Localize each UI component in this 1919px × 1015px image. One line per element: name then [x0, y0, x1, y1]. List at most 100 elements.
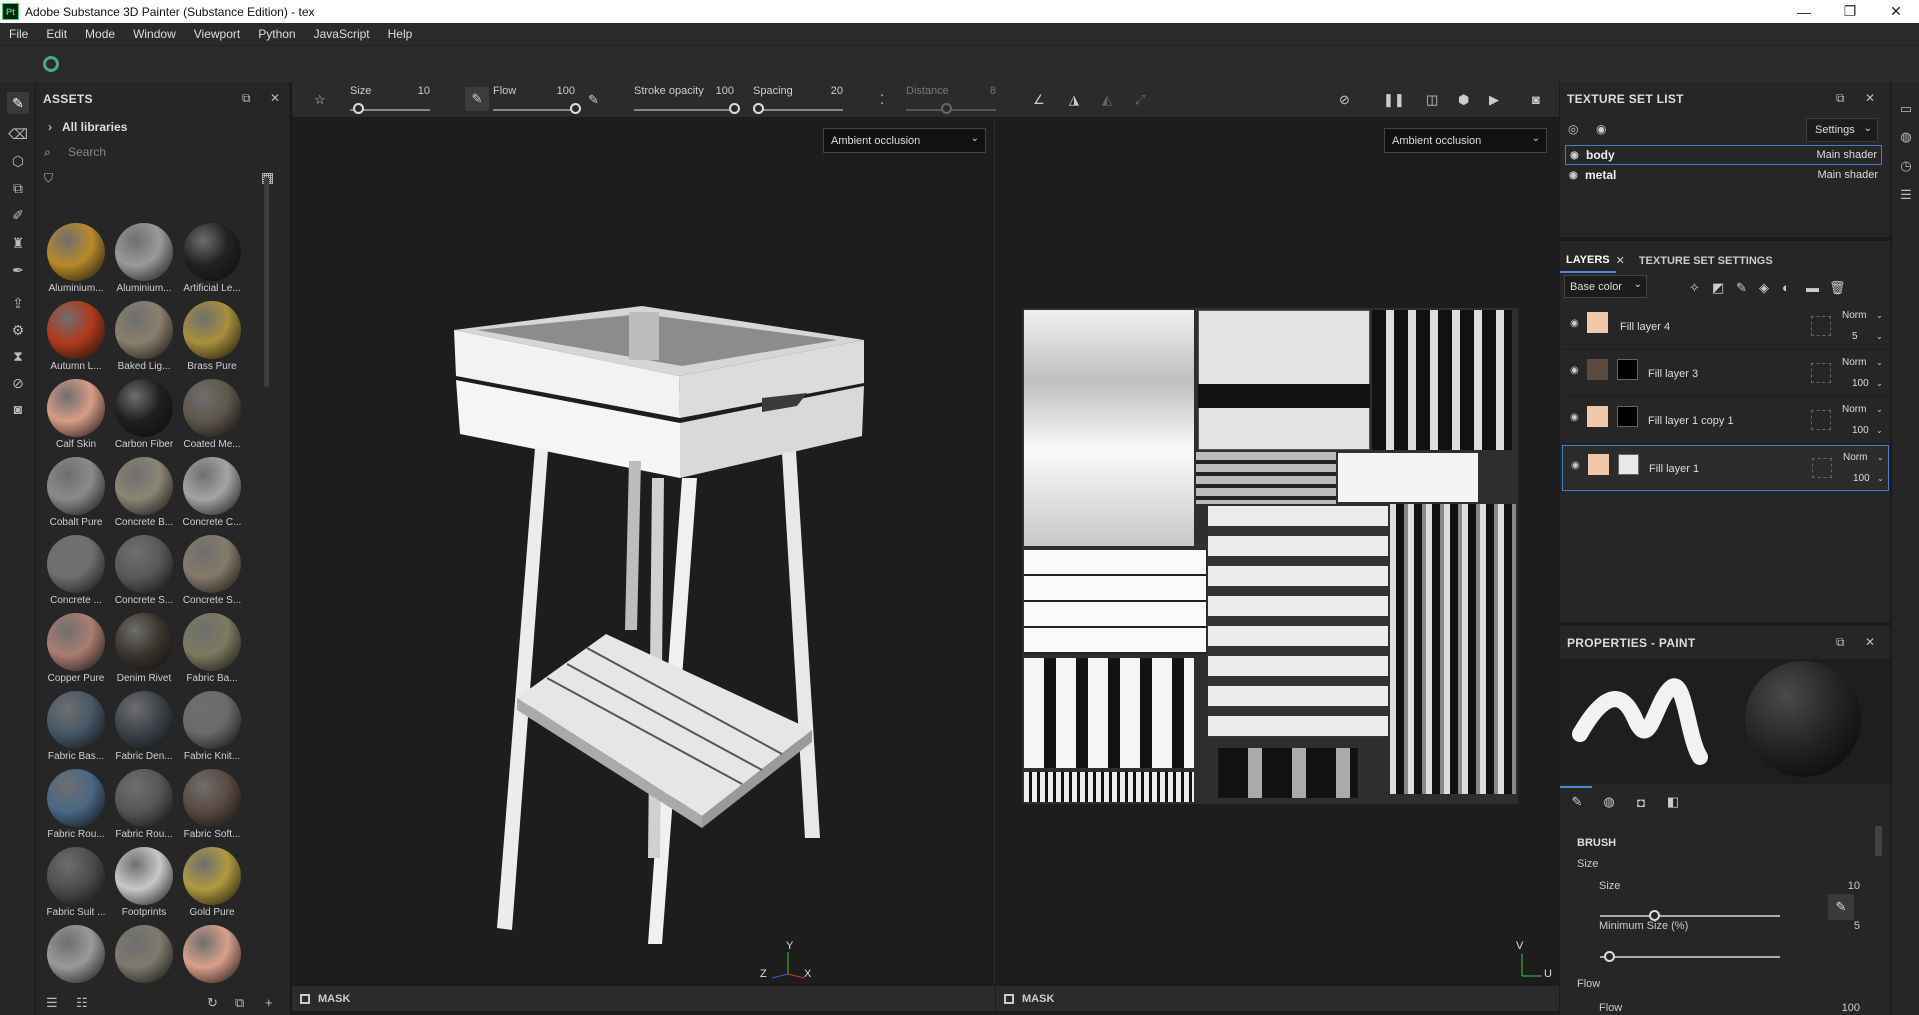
prop-flow-value[interactable]: 100	[1760, 1002, 1860, 1014]
symmetry-icon[interactable]: ◮	[1069, 92, 1079, 108]
menu-mode[interactable]: Mode	[76, 27, 124, 41]
eye-icon[interactable]: ◉	[1571, 460, 1580, 471]
eye-icon[interactable]: ◉	[1570, 150, 1586, 161]
new-window-icon[interactable]: ⧉	[235, 995, 244, 1011]
geometry-mask-icon[interactable]: ⧉	[7, 177, 29, 199]
layer-row[interactable]: ◉ Fill layer 3 Norm ⌄ 100 ⌄	[1562, 351, 1889, 397]
symmetry-mirror-icon[interactable]: ◭	[1102, 92, 1112, 108]
min-size-slider-knob[interactable]	[1604, 951, 1615, 962]
smudge-icon[interactable]: ✐	[7, 204, 29, 226]
geometry-mask-slot[interactable]	[1811, 316, 1831, 336]
fill-swatch[interactable]	[1587, 312, 1608, 333]
undock-icon[interactable]: ⧉	[1836, 635, 1845, 650]
undock-icon[interactable]: ⧉	[1836, 91, 1845, 106]
list-view-icon[interactable]: ☰	[46, 995, 58, 1011]
layer-name[interactable]: Fill layer 4	[1620, 321, 1670, 333]
pen-pressure-icon[interactable]: ✎	[465, 87, 489, 111]
asset-tile[interactable]: Coated Me...	[178, 375, 246, 453]
geometry-mask-slot[interactable]	[1811, 363, 1831, 383]
eye-icon[interactable]: ◉	[1570, 365, 1579, 376]
eye-icon[interactable]: ◉	[1596, 122, 1606, 136]
asset-tile[interactable]: Brass Pure	[178, 297, 246, 375]
asset-tile[interactable]	[42, 921, 110, 989]
asset-tile[interactable]	[110, 921, 178, 989]
asset-tile[interactable]: Fabric Rou...	[42, 765, 110, 843]
stroke-opacity-slider[interactable]	[634, 109, 734, 111]
asset-tile[interactable]: Fabric Knit...	[178, 687, 246, 765]
asset-tile[interactable]: Autumn L...	[42, 297, 110, 375]
asset-tile[interactable]: Aluminium...	[110, 219, 178, 297]
bake-icon[interactable]: ⇪	[7, 292, 29, 314]
texture-set-metal[interactable]: ◉ metal Main shader	[1565, 165, 1882, 185]
menu-edit[interactable]: Edit	[37, 27, 76, 41]
flow-slider-knob[interactable]	[570, 103, 581, 114]
eraser-icon[interactable]: ⌫	[7, 123, 29, 145]
texture-set-shader[interactable]: Main shader	[1817, 169, 1878, 181]
delete-layer-icon[interactable]: 🗑	[1829, 280, 1846, 296]
layer-row[interactable]: ◉ Fill layer 4 Norm ⌄ 5 ⌄	[1562, 304, 1889, 350]
filter-icon[interactable]: ⛉	[44, 171, 53, 186]
eye-icon[interactable]: ◉	[1570, 412, 1579, 423]
properties-scrollbar[interactable]	[1875, 826, 1882, 856]
mask-thumbnail[interactable]	[1617, 359, 1638, 380]
blend-mode[interactable]: Norm	[1842, 404, 1866, 415]
asset-tile[interactable]: Aluminium...	[42, 219, 110, 297]
asset-tile[interactable]: Denim Rivet	[110, 609, 178, 687]
asset-tile[interactable]: Concrete C...	[178, 453, 246, 531]
split-view-icon[interactable]: ◫	[1426, 92, 1438, 108]
texture-set-body[interactable]: ◉ body Main shader	[1565, 145, 1882, 165]
texture-set-icon[interactable]: ▭	[1897, 100, 1915, 118]
layer-name[interactable]: Fill layer 1	[1649, 463, 1699, 475]
camera-icon[interactable]: ◙	[7, 398, 29, 420]
menu-help[interactable]: Help	[379, 27, 422, 41]
smart-material-icon[interactable]: ◐	[1782, 280, 1790, 295]
display-settings-icon[interactable]: ◍	[1897, 128, 1915, 146]
spacing-slider[interactable]	[753, 109, 843, 111]
channel-dropdown-2d[interactable]: Ambient occlusion ⌄	[1384, 128, 1547, 153]
fill-swatch[interactable]	[1587, 406, 1608, 427]
layer-name[interactable]: Fill layer 1 copy 1	[1648, 415, 1734, 427]
mask-thumbnail[interactable]	[1617, 406, 1638, 427]
add-fill-layer-icon[interactable]: ◈	[1759, 280, 1769, 296]
assets-scrollbar[interactable]	[264, 177, 269, 387]
eye-icon[interactable]: ◉	[1570, 318, 1579, 329]
blend-mode[interactable]: Norm	[1842, 357, 1866, 368]
close-panel-icon[interactable]: ✕	[1865, 635, 1875, 649]
geometry-mask-slot[interactable]	[1812, 458, 1832, 478]
close-window-icon[interactable]: ✕	[1873, 0, 1919, 23]
prop-size-slider[interactable]	[1600, 915, 1780, 917]
asset-tile[interactable]: Gold Pure	[178, 843, 246, 921]
add-folder-icon[interactable]: ▬	[1806, 280, 1819, 295]
asset-tile[interactable]: Fabric Ba...	[178, 609, 246, 687]
add-icon[interactable]: +	[265, 995, 273, 1010]
asset-tile[interactable]: Cobalt Pure	[42, 453, 110, 531]
menu-file[interactable]: File	[0, 27, 37, 41]
video-camera-icon[interactable]: ▶	[1489, 92, 1499, 108]
prop-size-value[interactable]: 10	[1760, 880, 1860, 892]
asset-tile[interactable]: Calf Skin	[42, 375, 110, 453]
lazy-mouse-icon[interactable]: ⁚	[880, 92, 884, 108]
asset-tile[interactable]: Baked Lig...	[110, 297, 178, 375]
screenshot-camera-icon[interactable]: ◙	[1532, 92, 1540, 107]
add-paint-layer-icon[interactable]: ✎	[1736, 280, 1747, 296]
disabled-tool-icon[interactable]: ⊘	[7, 372, 29, 394]
projection-icon[interactable]: ⬡	[7, 150, 29, 172]
mask-checkbox-2d[interactable]	[1004, 993, 1014, 1004]
asset-tile[interactable]: Carbon Fiber	[110, 375, 178, 453]
color-picker-icon[interactable]: ✒	[7, 259, 29, 281]
menu-python[interactable]: Python	[249, 27, 304, 41]
symmetry-star-icon[interactable]: ☆	[314, 92, 326, 108]
layer-row[interactable]: ◉ Fill layer 1 Norm ⌄ 100 ⌄	[1562, 445, 1889, 491]
flow-slider[interactable]	[493, 109, 575, 111]
hide-overlay-icon[interactable]: ⊘	[1339, 92, 1350, 108]
tab-layers[interactable]: LAYERS	[1560, 248, 1616, 273]
asset-tile[interactable]: Fabric Soft...	[178, 765, 246, 843]
fill-swatch[interactable]	[1588, 454, 1609, 475]
viewport-3d[interactable]: Ambient occlusion ⌄ Y X Z	[292, 118, 995, 984]
asset-tile[interactable]: Fabric Suit ...	[42, 843, 110, 921]
layer-opacity[interactable]: 100	[1852, 425, 1869, 436]
asset-tile[interactable]: Footprints	[110, 843, 178, 921]
log-icon[interactable]: ☰	[1897, 186, 1915, 204]
restore-icon[interactable]: ❐	[1827, 0, 1873, 23]
tree-view-icon[interactable]: ☷	[76, 995, 88, 1011]
